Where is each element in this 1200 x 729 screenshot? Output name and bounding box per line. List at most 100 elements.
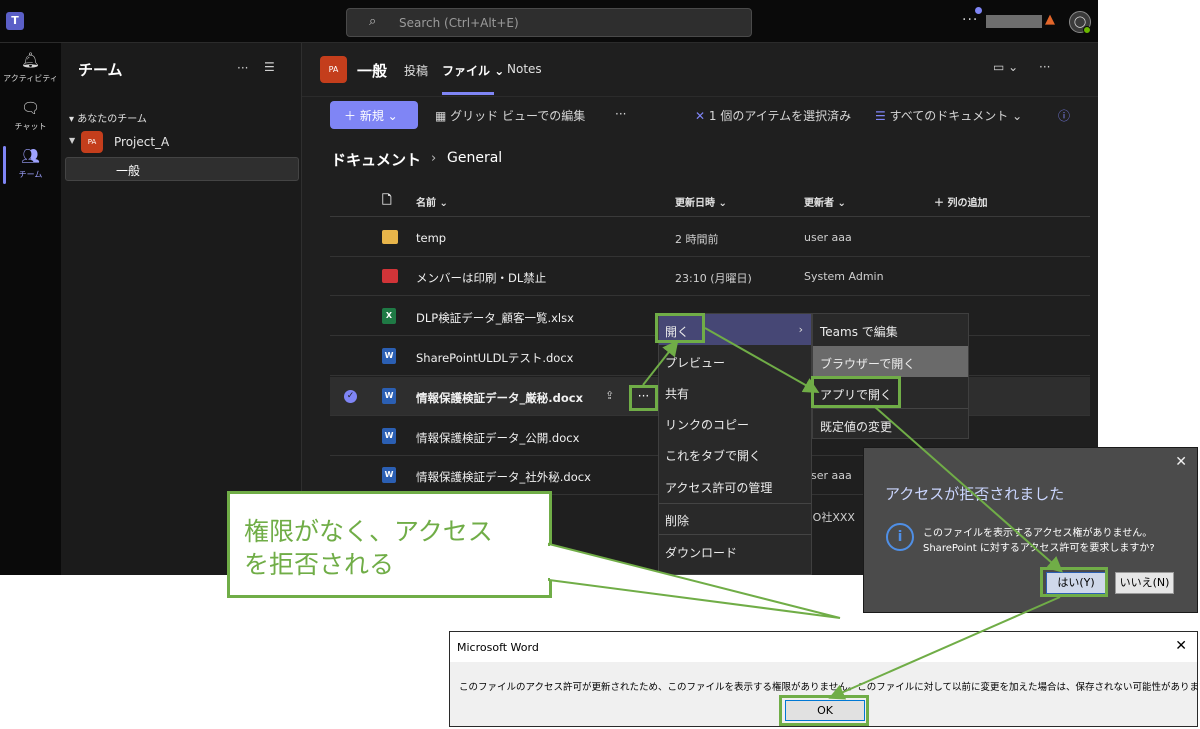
highlight-frame <box>655 313 705 343</box>
view-selector[interactable]: ☰ すべてのドキュメント ⌄ <box>875 107 1022 124</box>
section-label: あなたのチーム <box>77 114 147 125</box>
column-name[interactable]: 名前 ⌄ <box>416 194 448 209</box>
filter-icon[interactable]: ☰ <box>264 60 275 74</box>
channel-more-button[interactable]: ··· <box>1039 60 1050 74</box>
word-file-icon: W <box>382 467 396 483</box>
file-modified-by: user aaa <box>804 231 852 244</box>
team-name: Project_A <box>114 135 170 149</box>
file-name[interactable]: SharePointULDLテスト.docx <box>416 350 573 366</box>
your-teams-section[interactable]: ▾ あなたのチーム <box>69 110 147 125</box>
video-call-icon[interactable]: ▭ ⌄ <box>993 60 1018 74</box>
breadcrumb-separator: › <box>431 151 437 166</box>
file-modified: 2 時間前 <box>675 233 719 246</box>
row-more-button[interactable]: ··· <box>629 385 658 411</box>
toolbar-more-button[interactable]: ··· <box>615 107 626 121</box>
column-modified[interactable]: 更新日時 ⌄ <box>675 194 727 209</box>
file-name[interactable]: temp <box>416 231 446 245</box>
grid-edit-button[interactable]: ▦ グリッド ビューでの編集 <box>435 107 585 124</box>
highlight-frame <box>811 376 901 408</box>
close-icon: ✕ <box>695 109 706 123</box>
team-list-more-button[interactable]: ··· <box>237 61 248 75</box>
dialog-titlebar: Microsoft Word ✕ <box>450 632 1197 662</box>
menu-item-preview[interactable]: プレビュー <box>659 345 811 376</box>
close-button[interactable]: ✕ <box>1175 638 1187 654</box>
new-button[interactable]: ＋ 新規 ⌄ <box>330 101 418 129</box>
menu-item-download[interactable]: ダウンロード <box>659 535 811 566</box>
info-icon[interactable]: ⓘ <box>1058 107 1070 124</box>
teams-logo-icon: T <box>6 12 24 30</box>
submenu-item-edit-in-teams[interactable]: Teams で編集 <box>813 314 968 345</box>
rail-item-teams[interactable]: 👥︎ チーム <box>0 147 61 180</box>
more-options-button[interactable]: ··· <box>962 12 978 28</box>
checkmark-icon[interactable]: ✓ <box>344 390 357 403</box>
file-modified: 23:10 (月曜日) <box>675 272 752 285</box>
notification-dot <box>975 7 982 14</box>
selection-status[interactable]: ✕ 1 個のアイテムを選択済み <box>695 107 851 124</box>
active-tab-indicator <box>442 92 494 95</box>
file-name[interactable]: 情報保護検証データ_社外秘.docx <box>416 469 591 485</box>
menu-item-open-as-tab[interactable]: これをタブで開く <box>659 438 811 469</box>
no-button[interactable]: いいえ(N) <box>1115 572 1174 594</box>
tab-files[interactable]: ファイル ⌄ <box>442 62 504 79</box>
breadcrumb-root[interactable]: ドキュメント <box>331 149 421 170</box>
menu-item-manage-access[interactable]: アクセス許可の管理 <box>659 470 811 501</box>
rail-item-label: チーム <box>18 170 43 179</box>
callout-text: を拒否される <box>244 550 395 579</box>
file-name[interactable]: メンバーは印刷・DL禁止 <box>416 270 546 286</box>
menu-item-copy-link[interactable]: リンクのコピー <box>659 407 811 438</box>
divider <box>302 96 1098 97</box>
tab-notes[interactable]: Notes <box>507 62 542 76</box>
channel-name: 一般 <box>116 164 141 178</box>
file-name[interactable]: 情報保護検証データ_公開.docx <box>416 430 579 446</box>
column-modified-by-label: 更新者 <box>804 198 834 209</box>
channel-avatar: PA <box>320 56 347 83</box>
chevron-down-icon: ⌄ <box>494 64 505 78</box>
team-item-project-a[interactable]: ▼ PA Project_A <box>69 131 289 153</box>
account-name-redacted <box>986 15 1042 28</box>
rail-item-label: チャット <box>14 122 47 131</box>
folder-icon <box>382 230 398 244</box>
team-avatar: PA <box>81 131 103 153</box>
excel-file-icon: X <box>382 308 396 324</box>
tab-posts[interactable]: 投稿 <box>404 62 428 79</box>
column-modified-by[interactable]: 更新者 ⌄ <box>804 194 846 209</box>
view-label: すべてのドキュメント <box>889 109 1009 123</box>
rail-item-chat[interactable]: 🗨︎ チャット <box>0 99 61 132</box>
rail-item-label: アクティビティ <box>3 74 58 83</box>
add-column-button[interactable]: ＋ 列の追加 <box>934 194 987 209</box>
file-name[interactable]: DLP検証データ_顧客一覧.xlsx <box>416 310 574 326</box>
chevron-right-icon: › <box>798 323 803 336</box>
callout-text: 権限がなく、アクセス <box>244 517 493 546</box>
add-column-label: 列の追加 <box>947 198 988 209</box>
context-menu: 開く › プレビュー 共有 リンクのコピー これをタブで開く アクセス許可の管理 … <box>658 313 812 575</box>
top-bar: T ⌕ Search (Ctrl+Alt+E) ··· ▲ ◯ <box>0 0 1098 43</box>
table-row[interactable]: temp 2 時間前 user aaa <box>330 218 1090 257</box>
search-icon: ⌕ <box>369 14 377 29</box>
table-row[interactable]: メンバーは印刷・DL禁止 23:10 (月曜日) System Admin <box>330 257 1090 296</box>
search-input[interactable]: ⌕ Search (Ctrl+Alt+E) <box>346 8 752 37</box>
dialog-message: このファイルのアクセス許可が更新されたため、このファイルを表示する権限がありませ… <box>459 682 1200 693</box>
close-button[interactable]: ✕ <box>1175 454 1187 470</box>
chat-icon: 🗨︎ <box>20 99 41 117</box>
file-name[interactable]: 情報保護検証データ_厳秘.docx <box>416 390 583 406</box>
submenu-item-change-default[interactable]: 既定値の変更 <box>813 409 968 440</box>
grid-edit-label: グリッド ビューでの編集 <box>450 109 586 123</box>
column-modified-label: 更新日時 <box>675 198 715 209</box>
file-type-icon: 🗋︎ <box>382 193 392 207</box>
submenu-item-open-in-browser[interactable]: ブラウザーで開く <box>813 346 968 377</box>
list-icon: ☰ <box>875 109 886 123</box>
dialog-message-line: SharePoint に対するアクセス許可を要求しますか? <box>923 543 1155 554</box>
column-name-label: 名前 <box>416 198 436 209</box>
dialog-title: Microsoft Word <box>457 641 539 654</box>
search-placeholder: Search (Ctrl+Alt+E) <box>399 16 519 30</box>
menu-item-share[interactable]: 共有 <box>659 376 811 407</box>
share-icon[interactable]: ⇪ <box>605 389 614 402</box>
rail-item-activity[interactable]: 🔔︎ アクティビティ <box>0 51 61 84</box>
word-file-icon: W <box>382 428 396 444</box>
teams-icon: 👥︎ <box>20 147 41 165</box>
menu-item-delete[interactable]: 削除 <box>659 503 811 534</box>
channel-item-general[interactable]: 一般 <box>65 157 299 181</box>
warning-icon[interactable]: ▲ <box>1045 12 1055 27</box>
highlight-frame <box>1040 567 1108 597</box>
word-file-icon: W <box>382 388 396 404</box>
